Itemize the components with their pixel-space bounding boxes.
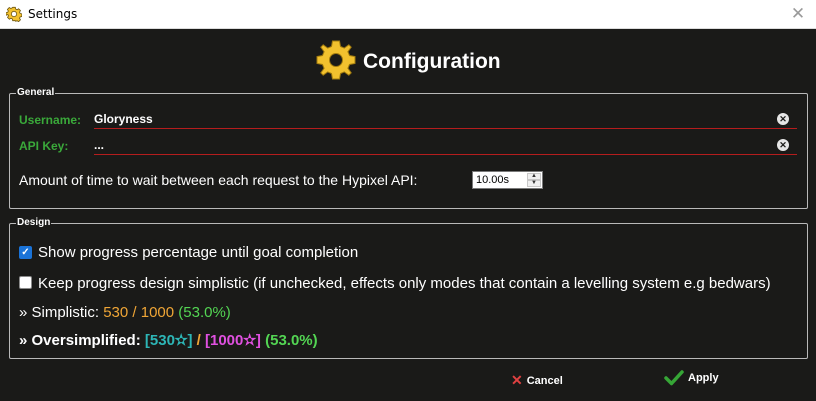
title-bar: Settings ✕ (0, 0, 816, 29)
checkmark-icon (664, 370, 684, 386)
cancel-label: Cancel (526, 374, 563, 387)
simplistic-preview: » Simplistic: 530 / 1000 (53.0%) (19, 304, 231, 321)
design-legend: Design (17, 217, 51, 228)
simplistic-checkbox[interactable] (19, 276, 32, 289)
gear-icon (316, 40, 356, 80)
apply-button[interactable]: Apply (664, 369, 719, 386)
wait-time-stepper[interactable]: ▲ ▼ (472, 171, 543, 189)
wait-time-input[interactable] (476, 173, 526, 187)
simplistic-label[interactable]: Keep progress design simplistic (if unch… (38, 275, 771, 292)
oversimplified-separator: / (196, 332, 201, 349)
show-progress-checkbox[interactable]: ✓ (19, 246, 32, 259)
page-title: Configuration (363, 50, 501, 73)
oversimplified-goal: [1000✫] (205, 332, 261, 349)
gear-icon (6, 6, 22, 22)
apply-label: Apply (688, 371, 719, 384)
oversimplified-current: [530✫] (144, 332, 193, 349)
api-key-label: API Key: (19, 139, 69, 153)
api-key-field[interactable] (94, 135, 797, 155)
oversimplified-percent: (53.0%) (265, 332, 318, 349)
cancel-button[interactable]: ✕ Cancel (511, 372, 563, 389)
simplistic-fraction: 530 / 1000 (103, 304, 175, 321)
spin-down-icon[interactable]: ▼ (527, 180, 541, 187)
username-field[interactable] (94, 109, 797, 129)
simplistic-percent: (53.0%) (178, 304, 231, 321)
simplistic-prefix: » Simplistic: (19, 304, 100, 321)
show-progress-label[interactable]: Show progress percentage until goal comp… (38, 244, 358, 261)
oversimplified-prefix: » Oversimplified: (19, 332, 141, 349)
oversimplified-preview: » Oversimplified: [530✫] / [1000✫] (53.0… (19, 331, 318, 349)
window-title: Settings (28, 7, 78, 21)
username-label: Username: (19, 113, 82, 127)
close-icon[interactable]: ✕ (788, 4, 808, 24)
cancel-icon: ✕ (511, 372, 523, 388)
wait-time-label: Amount of time to wait between each requ… (19, 172, 418, 188)
config-header: Configuration (0, 38, 816, 86)
clear-username-icon[interactable]: ✕ (777, 113, 789, 125)
general-legend: General (17, 87, 55, 98)
clear-api-key-icon[interactable]: ✕ (777, 139, 789, 151)
spin-up-icon[interactable]: ▲ (527, 173, 541, 180)
